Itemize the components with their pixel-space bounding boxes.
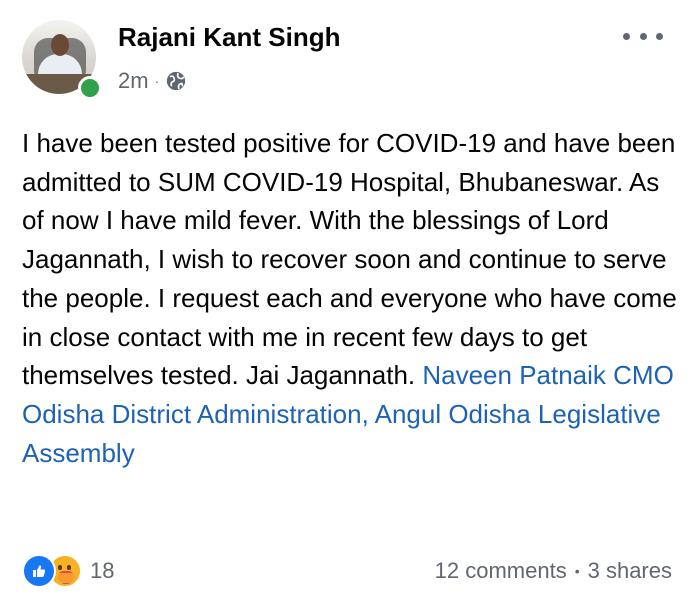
shares-count-link[interactable]: 3 shares xyxy=(588,558,672,584)
more-options-button[interactable] xyxy=(623,26,663,46)
post-footer: 18 12 comments • 3 shares xyxy=(0,548,696,592)
post-body: I have been tested positive for COVID-19… xyxy=(22,124,682,472)
post-body-text: I have been tested positive for COVID-19… xyxy=(22,128,677,391)
post-timestamp[interactable]: 2m xyxy=(118,68,149,94)
reactions-summary[interactable]: 18 xyxy=(22,554,114,588)
stats-separator: • xyxy=(574,563,580,579)
globe-icon[interactable] xyxy=(165,70,187,92)
meta-separator: · xyxy=(154,73,160,89)
avatar[interactable] xyxy=(22,20,102,100)
more-dot-icon xyxy=(656,32,663,40)
more-dot-icon xyxy=(639,32,647,40)
post-header: Rajani Kant Singh 2m · xyxy=(0,0,696,110)
online-status-indicator xyxy=(78,76,102,100)
reaction-count: 18 xyxy=(90,558,115,583)
post-meta: 2m · xyxy=(118,67,187,95)
tag-district-administration-angul[interactable]: District Administration, Angul xyxy=(112,399,441,429)
author-name[interactable]: Rajani Kant Singh xyxy=(118,22,340,53)
more-dot-icon xyxy=(623,32,630,40)
like-icon xyxy=(22,554,56,588)
post-stats: 12 comments • 3 shares xyxy=(435,554,672,588)
tag-naveen-patnaik[interactable]: Naveen Patnaik xyxy=(422,360,606,390)
comments-count-link[interactable]: 12 comments xyxy=(435,558,567,584)
